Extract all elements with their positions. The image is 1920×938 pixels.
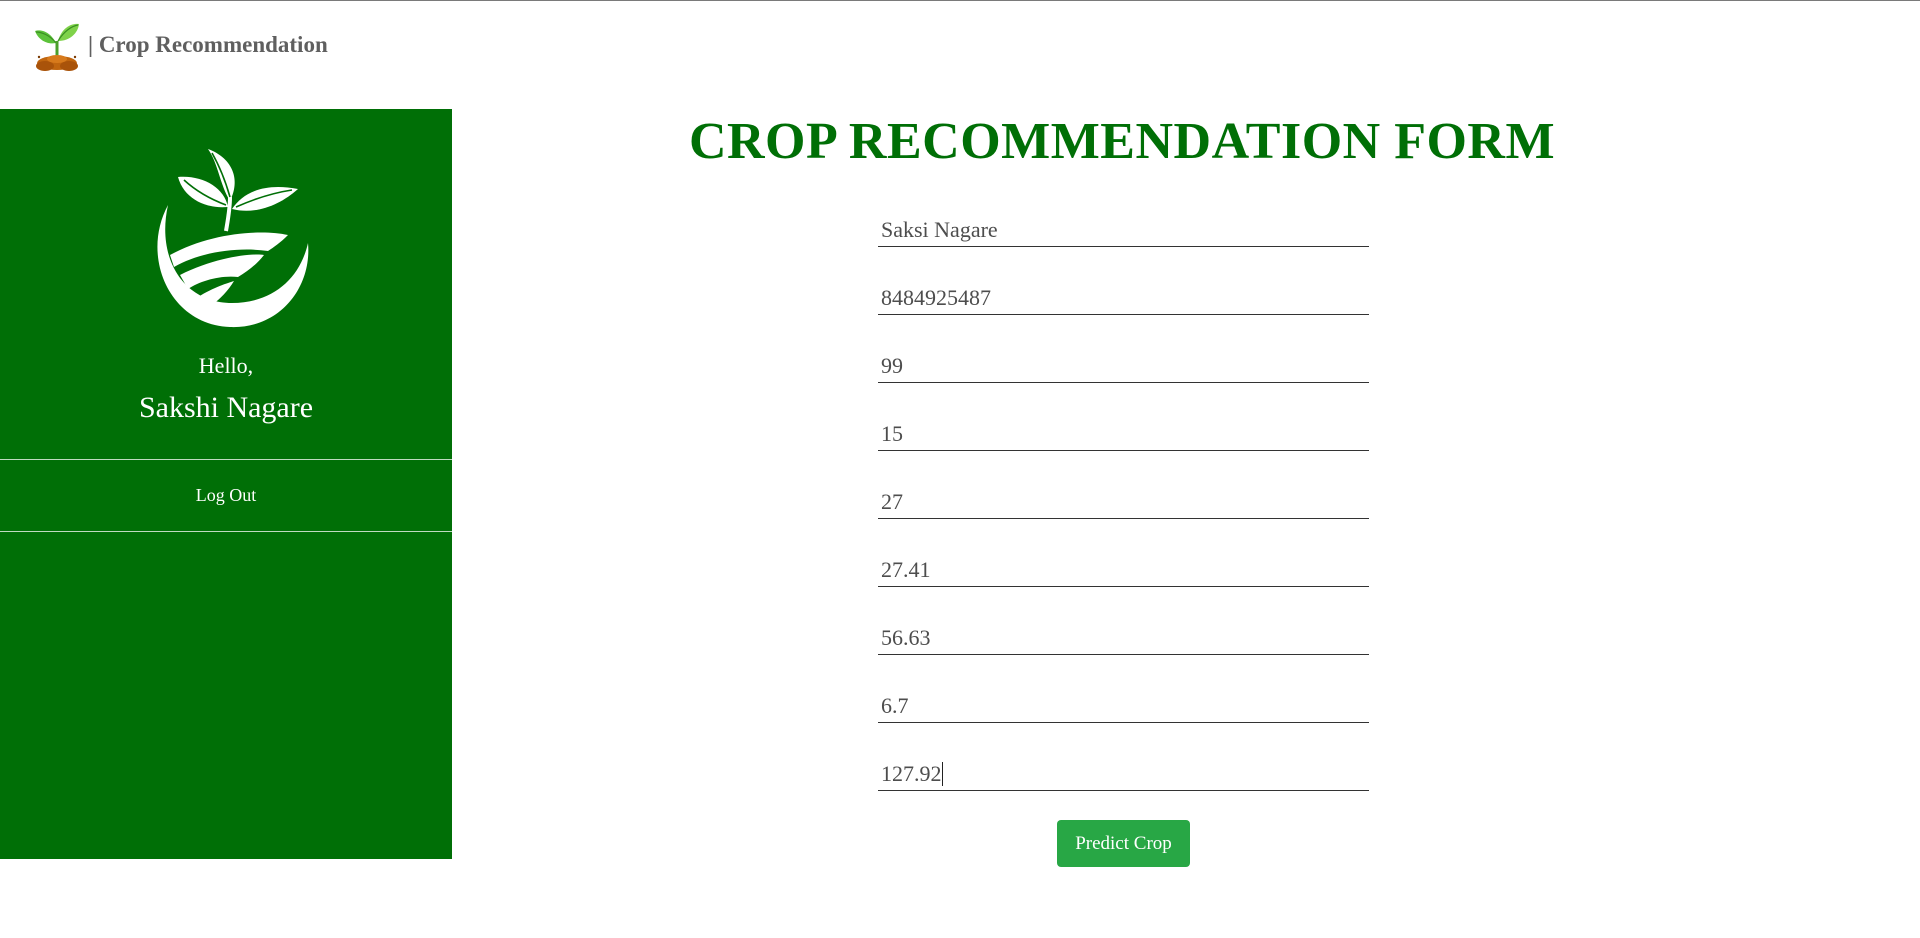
field-input-7[interactable] [878, 621, 1369, 655]
predict-crop-button[interactable]: Predict Crop [1057, 820, 1190, 867]
name-input[interactable] [878, 213, 1369, 247]
field-input-4[interactable] [878, 417, 1369, 451]
field-input-3[interactable] [878, 349, 1369, 383]
field-input-6[interactable] [878, 553, 1369, 587]
field-input-8[interactable] [878, 689, 1369, 723]
navbar: | Crop Recommendation [0, 1, 1920, 109]
field-input-9[interactable] [878, 757, 1369, 791]
phone-input[interactable] [878, 281, 1369, 315]
user-name: Sakshi Nagare [138, 391, 314, 424]
brand-title: | Crop Recommendation [88, 32, 328, 57]
field-input-5[interactable] [878, 485, 1369, 519]
leaf-field-circle-icon [157, 149, 309, 328]
text-caret [942, 762, 943, 786]
greeting: Hello, [198, 353, 254, 378]
brand-link[interactable]: | Crop Recommendation [32, 17, 328, 73]
sidebar: Hello, Sakshi Nagare Log Out [0, 109, 452, 859]
sidebar-divider-bottom [0, 531, 452, 532]
logout-link[interactable]: Log Out [0, 460, 452, 530]
sprout-in-soil-icon [35, 23, 79, 71]
form-title: CROP RECOMMENDATION FORM [688, 113, 1556, 170]
